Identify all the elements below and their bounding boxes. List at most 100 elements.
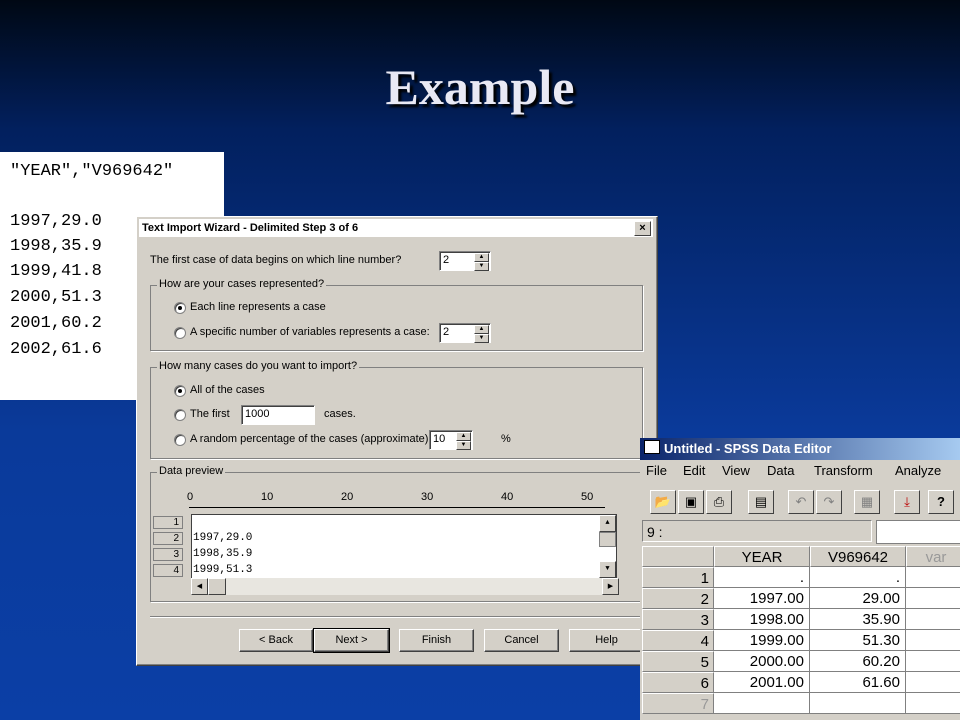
grid-cell[interactable]: 51.30	[810, 630, 906, 651]
radio-specific-vars[interactable]	[174, 327, 186, 339]
radio-random[interactable]	[174, 434, 186, 446]
scroll-up-icon[interactable]: ▲	[599, 515, 616, 532]
radio-first-n[interactable]	[174, 409, 186, 421]
grid-cell[interactable]: 61.60	[810, 672, 906, 693]
row-header[interactable]: 3	[642, 609, 714, 630]
specific-vars-spinner[interactable]: 2 ▲ ▼	[439, 323, 491, 343]
specific-vars-value: 2	[443, 326, 450, 338]
column-header[interactable]: YEAR	[714, 546, 810, 567]
column-header[interactable]: var	[906, 546, 960, 567]
vertical-scroll-thumb[interactable]	[599, 532, 616, 547]
cell-editor-input[interactable]	[876, 520, 960, 544]
preview-line: 1997,29.0	[193, 532, 253, 544]
menu-edit[interactable]: Edit	[683, 460, 705, 482]
grid-cell[interactable]	[906, 672, 960, 693]
goto-chart-icon[interactable]: ▦	[854, 490, 880, 514]
cell-reference: 9 :	[642, 520, 872, 542]
grid-cell[interactable]	[714, 693, 810, 714]
save-icon[interactable]: ▣	[678, 490, 704, 514]
undo-icon[interactable]: ↶	[788, 490, 814, 514]
menu-data[interactable]: Data	[767, 460, 794, 482]
grid-cell[interactable]	[906, 651, 960, 672]
scroll-left-icon[interactable]: ◀	[191, 578, 208, 595]
preview-row-number: 2	[153, 532, 183, 545]
grid-cell[interactable]	[810, 693, 906, 714]
grid-cell[interactable]: 1997.00	[714, 588, 810, 609]
text-line: 1997,29.0	[10, 212, 102, 231]
next-button[interactable]: Next >	[313, 628, 390, 653]
divider	[150, 616, 655, 618]
row-header[interactable]: 5	[642, 651, 714, 672]
grid-cell[interactable]: 1999.00	[714, 630, 810, 651]
first-n-value: 1000	[245, 408, 270, 420]
grid-cell[interactable]: .	[810, 567, 906, 588]
ruler-tick-label: 40	[501, 491, 514, 503]
grid-cell[interactable]: 60.20	[810, 651, 906, 672]
finish-button[interactable]: Finish	[399, 629, 474, 652]
scroll-right-icon[interactable]: ▶	[602, 578, 619, 595]
spin-down-icon[interactable]: ▼	[456, 441, 471, 450]
spss-data-editor-window: Untitled - SPSS Data Editor File Edit Vi…	[640, 438, 960, 720]
variables-help-icon[interactable]: ?	[928, 490, 954, 514]
text-line: 2000,51.3	[10, 288, 102, 307]
radio-all-cases[interactable]	[174, 385, 186, 397]
horizontal-scroll-thumb[interactable]	[208, 578, 226, 595]
grid-cell[interactable]	[906, 630, 960, 651]
open-folder-icon[interactable]: 📂	[650, 490, 676, 514]
spreadsheet-icon	[644, 440, 660, 454]
column-ruler: 0 10 20 30 40 50	[187, 491, 605, 508]
row-header[interactable]: 6	[642, 672, 714, 693]
row-header[interactable]: 2	[642, 588, 714, 609]
spin-down-icon[interactable]: ▼	[474, 262, 489, 271]
first-n-input[interactable]: 1000	[241, 405, 315, 425]
menu-transform[interactable]: Transform	[814, 460, 873, 482]
redo-icon[interactable]: ↷	[816, 490, 842, 514]
menu-view[interactable]: View	[722, 460, 750, 482]
preview-row-number: 1	[153, 516, 183, 529]
row-header[interactable]: 1	[642, 567, 714, 588]
text-line: 1998,35.9	[10, 237, 102, 256]
grid-cell[interactable]	[906, 588, 960, 609]
percent-sign: %	[501, 433, 511, 445]
preview-group-label: Data preview	[157, 465, 226, 477]
help-button[interactable]: Help	[569, 629, 644, 652]
spin-up-icon[interactable]: ▲	[456, 432, 471, 441]
grid-corner[interactable]	[642, 546, 714, 567]
horizontal-scrollbar[interactable]: ◀ ▶	[191, 578, 619, 595]
column-header[interactable]: V969642	[810, 546, 906, 567]
ruler-tick-label: 50	[581, 491, 594, 503]
row-header[interactable]: 4	[642, 630, 714, 651]
random-spinner[interactable]: 10 ▲ ▼	[429, 430, 473, 450]
grid-cell[interactable]: 2000.00	[714, 651, 810, 672]
print-icon[interactable]: ⎙	[706, 490, 732, 514]
row-header[interactable]: 7	[642, 693, 714, 714]
cases-suffix: cases.	[324, 408, 356, 420]
grid-cell[interactable]: .	[714, 567, 810, 588]
back-button[interactable]: < Back	[239, 629, 313, 652]
spin-up-icon[interactable]: ▲	[474, 325, 489, 334]
goto-case-icon[interactable]: ⤓	[894, 490, 920, 514]
grid-cell[interactable]: 35.90	[810, 609, 906, 630]
import-group-label: How many cases do you want to import?	[157, 360, 360, 372]
spin-down-icon[interactable]: ▼	[474, 334, 489, 343]
radio-each-line[interactable]	[174, 302, 186, 314]
text-line: 2002,61.6	[10, 340, 102, 359]
grid-cell[interactable]	[906, 609, 960, 630]
scroll-down-icon[interactable]: ▼	[599, 561, 616, 578]
cancel-button[interactable]: Cancel	[484, 629, 559, 652]
menu-file[interactable]: File	[646, 460, 667, 482]
grid-cell[interactable]: 1998.00	[714, 609, 810, 630]
close-button[interactable]: ×	[634, 221, 651, 236]
grid-cell[interactable]: 29.00	[810, 588, 906, 609]
radio-all-cases-label: All of the cases	[190, 384, 265, 396]
first-line-spinner[interactable]: 2 ▲ ▼	[439, 251, 491, 271]
ruler-tick-label: 20	[341, 491, 354, 503]
grid-cell[interactable]: 2001.00	[714, 672, 810, 693]
grid-cell[interactable]	[906, 693, 960, 714]
cases-group: How are your cases represented? Each lin…	[150, 278, 643, 351]
menu-analyze[interactable]: Analyze	[895, 460, 941, 482]
spin-up-icon[interactable]: ▲	[474, 253, 489, 262]
data-preview-area[interactable]: 1997,29.0 1998,35.9 1999,51.3 ▲ ▼	[191, 514, 617, 579]
grid-cell[interactable]	[906, 567, 960, 588]
dialog-recall-icon[interactable]: ▤	[748, 490, 774, 514]
